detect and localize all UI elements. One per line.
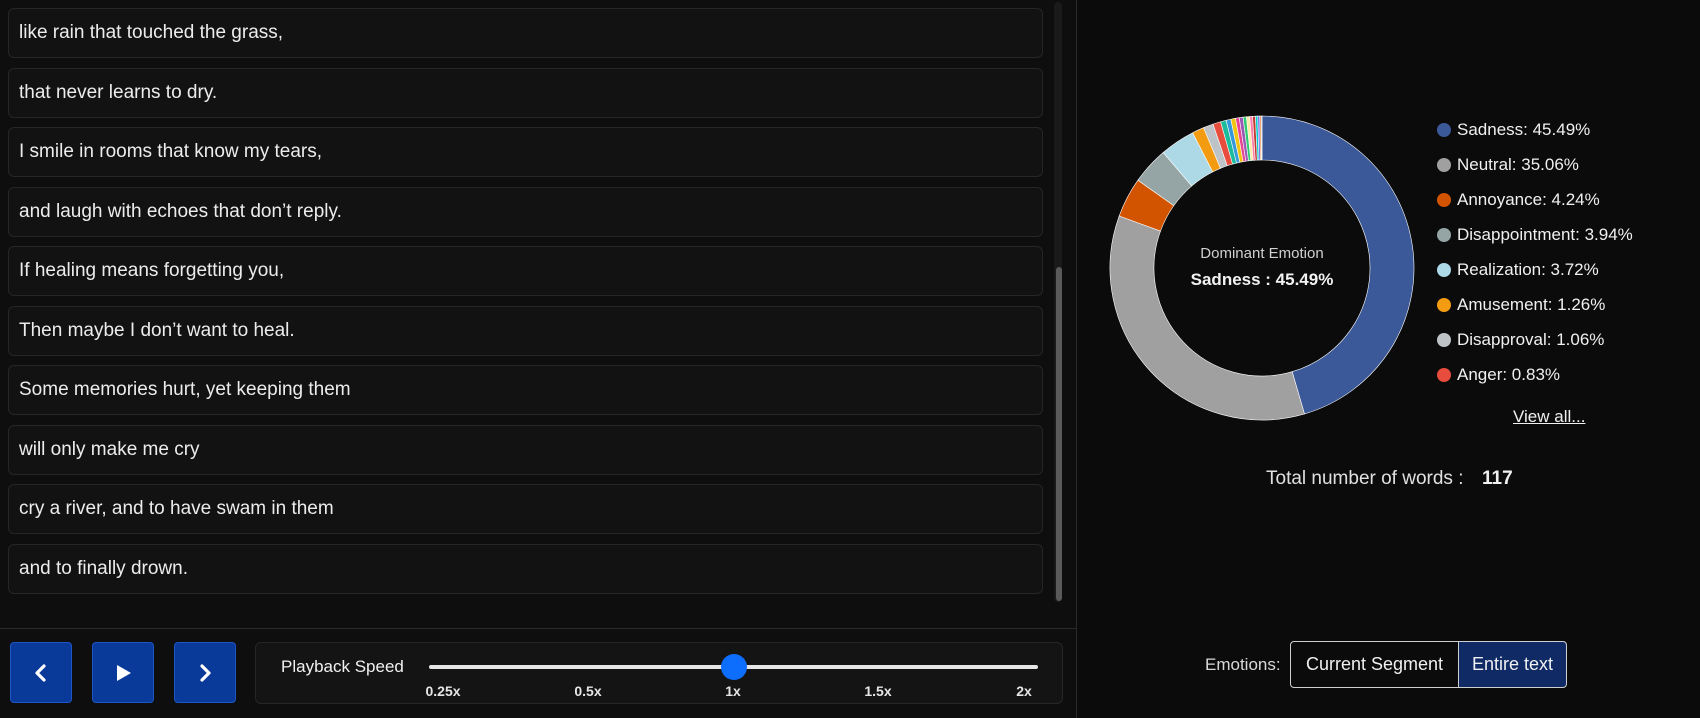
legend-label: Realization: 3.72% [1457,259,1599,279]
play-icon [117,664,131,681]
donut-slice-sadness[interactable] [1261,115,1415,415]
legend-label: Anger: 0.83% [1457,364,1561,384]
speed-tick-label: 2x [1016,683,1032,699]
legend-item: Disapproval: 1.06% [1437,322,1633,357]
lyric-line[interactable]: If healing means forgetting you, [8,246,1043,296]
lyric-line[interactable]: cry a river, and to have swam in them [8,484,1043,534]
legend-label: Disappointment: 3.94% [1457,224,1633,244]
previous-button[interactable] [10,642,72,703]
emotion-donut-chart: Dominant Emotion Sadness : 45.49% [1104,110,1420,426]
donut-svg [1109,115,1415,421]
play-button[interactable] [92,642,154,703]
playback-speed-control: Playback Speed 0.25x 0.5x 1x 1.5x 2x [255,642,1063,704]
chevron-left-icon [35,663,46,682]
legend-item: Sadness: 45.49% [1437,112,1633,147]
total-words-label: Total number of words : [1266,468,1464,489]
legend-swatch [1437,297,1451,312]
lyric-line[interactable]: and laugh with echoes that don’t reply. [8,186,1043,237]
legend-label: Disapproval: 1.06% [1457,329,1605,349]
total-words-value: 117 [1482,468,1513,489]
speed-tick-label: 0.5x [574,683,602,699]
legend-item: Amusement: 1.26% [1437,287,1633,322]
speed-tick-label: 0.25x [425,683,461,699]
legend-item: Annoyance: 4.24% [1437,182,1633,217]
legend-swatch [1437,227,1451,242]
lyric-line[interactable]: and to finally drown. [8,543,1043,594]
lyric-line[interactable]: I smile in rooms that know my tears, [8,127,1043,177]
legend-item: Realization: 3.72% [1437,252,1633,287]
legend-swatch [1437,262,1451,277]
speed-tick-label: 1x [725,683,741,699]
entire-text-button[interactable]: Entire text [1458,641,1567,688]
legend-swatch [1437,157,1451,172]
lyrics-panel: like rain that touched the grass, that n… [0,0,1076,718]
scrollbar-thumb[interactable] [1056,267,1062,601]
lyric-line[interactable]: like rain that touched the grass, [8,8,1043,58]
legend-label: Neutral: 35.06% [1457,154,1579,174]
lyric-line[interactable]: that never learns to dry. [8,67,1043,118]
emotions-toggle-label: Emotions: [1205,655,1281,674]
current-segment-button[interactable]: Current Segment [1290,641,1459,688]
playback-speed-label: Playback Speed [281,657,404,676]
legend-item: Disappointment: 3.94% [1437,217,1633,252]
legend-swatch [1437,122,1451,137]
donut-slice-minor[interactable] [1260,115,1263,161]
dominant-emotion-value: Sadness : 45.49% [1190,270,1334,289]
chevron-right-icon [200,663,211,682]
next-button[interactable] [174,642,236,703]
legend-label: Amusement: 1.26% [1457,294,1606,314]
legend-label: Annoyance: 4.24% [1457,189,1600,209]
lyric-line[interactable]: Some memories hurt, yet keeping them [8,365,1043,415]
lyric-line[interactable]: Then maybe I don’t want to heal. [8,305,1043,356]
legend-swatch [1437,332,1451,347]
speed-slider-thumb[interactable] [721,654,747,680]
emotion-panel: Dominant Emotion Sadness : 45.49% Sadnes… [1077,0,1700,718]
lyrics-list: like rain that touched the grass, that n… [8,8,1043,603]
legend-swatch [1437,367,1451,382]
speed-tick-label: 1.5x [864,683,892,699]
lyric-line[interactable]: will only make me cry [8,424,1043,475]
legend-swatch [1437,192,1451,207]
legend-item: Neutral: 35.06% [1437,147,1633,182]
dominant-emotion-title: Dominant Emotion [1200,245,1324,262]
legend-label: Sadness: 45.49% [1457,119,1591,139]
view-all-link[interactable]: View all... [1513,407,1585,427]
legend-item: Anger: 0.83% [1437,357,1633,392]
chart-legend: Sadness: 45.49% Neutral: 35.06% Annoyanc… [1437,112,1633,392]
